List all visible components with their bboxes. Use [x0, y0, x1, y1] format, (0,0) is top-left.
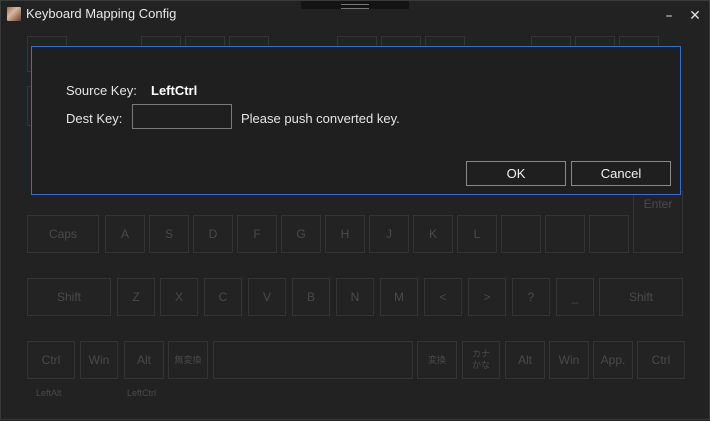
key-n[interactable]: N [336, 278, 374, 316]
key-c[interactable]: C [204, 278, 242, 316]
key-x[interactable]: X [160, 278, 198, 316]
key-kana[interactable]: カナ かな [462, 341, 500, 379]
cancel-button[interactable]: Cancel [571, 161, 671, 186]
key-m[interactable]: M [380, 278, 418, 316]
key-b[interactable]: B [292, 278, 330, 316]
key-caps[interactable]: Caps [27, 215, 99, 253]
key-z[interactable]: Z [117, 278, 155, 316]
dest-key-label: Dest Key: [66, 111, 123, 126]
key-period[interactable]: > [468, 278, 506, 316]
key-colon[interactable] [545, 215, 585, 253]
mapping-label-leftalt: LeftAlt [36, 388, 62, 398]
key-win-left[interactable]: Win [80, 341, 118, 379]
app-window: Keyboard Mapping Config – ✕ Enter Caps A… [0, 0, 710, 420]
key-win-right[interactable]: Win [549, 341, 589, 379]
key-bracket[interactable] [589, 215, 629, 253]
key-alt-left[interactable]: Alt [124, 341, 164, 379]
key-muhenkan[interactable]: 無変換 [168, 341, 208, 379]
key-enter[interactable]: Enter [633, 191, 683, 253]
key-shift-left[interactable]: Shift [27, 278, 111, 316]
mapping-label-leftctrl: LeftCtrl [127, 388, 157, 398]
key-g[interactable]: G [281, 215, 321, 253]
key-shift-right[interactable]: Shift [599, 278, 683, 316]
key-s[interactable]: S [149, 215, 189, 253]
key-mapping-dialog: Source Key: LeftCtrl Dest Key: Please pu… [31, 46, 681, 195]
key-j[interactable]: J [369, 215, 409, 253]
key-comma[interactable]: < [424, 278, 462, 316]
key-d[interactable]: D [193, 215, 233, 253]
dest-key-input[interactable] [132, 104, 232, 129]
source-key-label: Source Key: [66, 83, 137, 98]
key-underscore[interactable]: _ [556, 278, 594, 316]
key-henkan[interactable]: 変換 [417, 341, 457, 379]
key-l[interactable]: L [457, 215, 497, 253]
key-a[interactable]: A [105, 215, 145, 253]
dest-key-hint: Please push converted key. [241, 111, 400, 126]
key-k[interactable]: K [413, 215, 453, 253]
key-v[interactable]: V [248, 278, 286, 316]
source-key-value: LeftCtrl [151, 83, 198, 98]
key-ctrl-right[interactable]: Ctrl [637, 341, 685, 379]
key-f[interactable]: F [237, 215, 277, 253]
key-space[interactable] [213, 341, 413, 379]
key-app[interactable]: App. [593, 341, 633, 379]
key-h[interactable]: H [325, 215, 365, 253]
key-slash[interactable]: ? [512, 278, 550, 316]
ok-button[interactable]: OK [466, 161, 566, 186]
key-alt-right[interactable]: Alt [505, 341, 545, 379]
key-ctrl-left[interactable]: Ctrl [27, 341, 75, 379]
key-semicolon[interactable] [501, 215, 541, 253]
